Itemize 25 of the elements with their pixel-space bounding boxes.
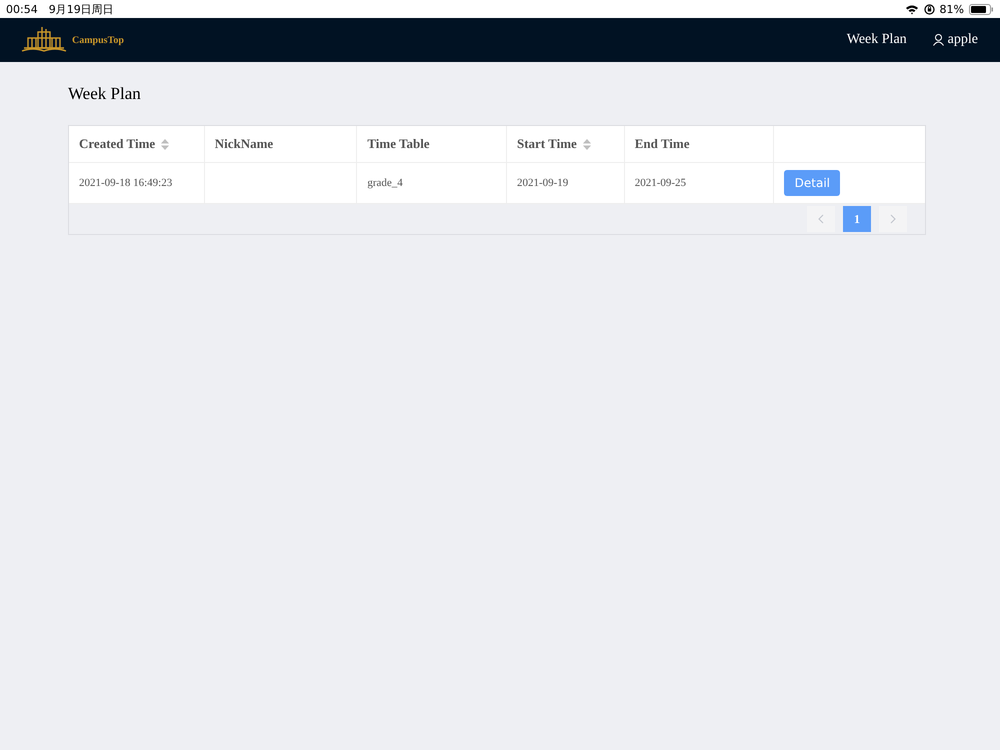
battery-icon — [969, 4, 994, 14]
user-icon — [932, 34, 944, 46]
nav-link[interactable]: Week Plan — [846, 32, 907, 48]
building-book-logo-icon — [20, 26, 68, 54]
column-header: Created Time — [79, 136, 156, 152]
chevron-right-icon — [890, 214, 896, 224]
table-cell: grade_4 — [357, 163, 507, 203]
column-header: NickName — [214, 136, 274, 152]
chevron-left-icon — [818, 214, 824, 224]
user-menu[interactable]: apple — [948, 32, 978, 48]
table-cell: 2021-09-25 — [624, 163, 774, 203]
rotation-lock-icon — [924, 4, 935, 14]
status-date: 9月19日周日 — [48, 2, 114, 16]
sort-icon[interactable] — [582, 138, 591, 150]
sort-icon[interactable] — [161, 138, 170, 150]
battery-percent: 81% — [940, 2, 964, 16]
column-header: Time Table — [367, 136, 430, 152]
table-cell: 2021-09-18 16:49:23 — [69, 163, 205, 203]
status-time: 00:54 — [6, 2, 38, 16]
column-header: Start Time — [516, 136, 577, 152]
logo-text[interactable]: CampusTop — [72, 34, 124, 46]
table-cell: 2021-09-19 — [506, 163, 625, 203]
column-header: End Time — [634, 136, 690, 152]
page-title: Week Plan — [68, 84, 142, 104]
wifi-icon — [904, 4, 919, 14]
